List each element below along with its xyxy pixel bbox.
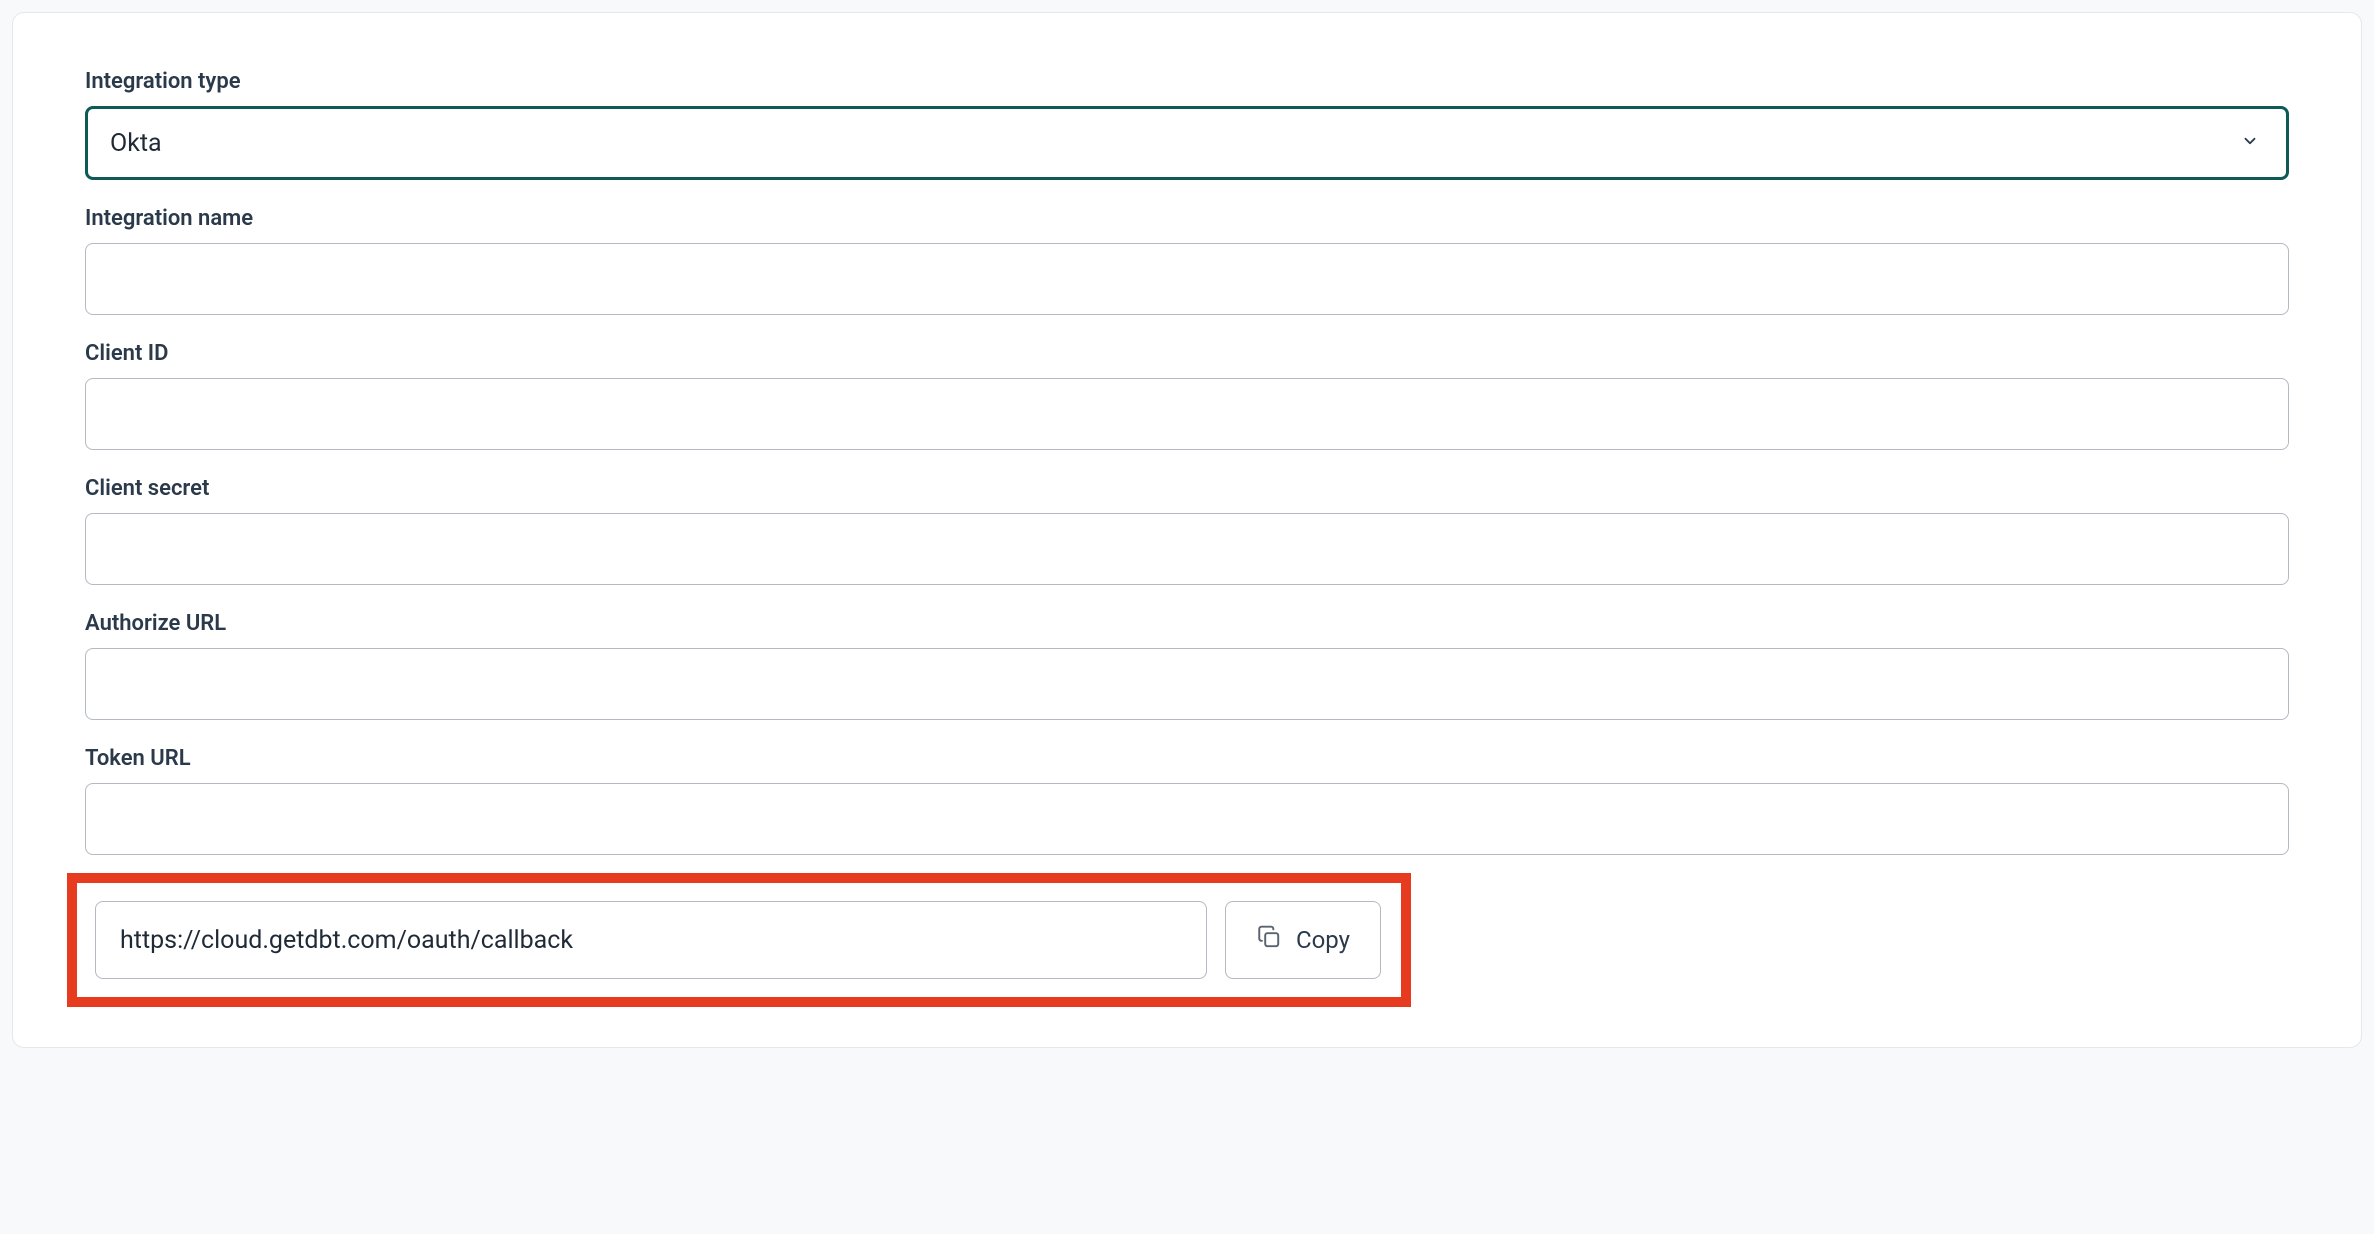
integration-form-card: Integration type Okta Integration name C… (12, 12, 2362, 1048)
integration-type-select-wrap: Okta (85, 106, 2289, 180)
redirect-uri-value: https://cloud.getdbt.com/oauth/callback (120, 926, 573, 955)
integration-name-label: Integration name (85, 206, 2289, 231)
integration-type-group: Integration type Okta (85, 69, 2289, 180)
authorize-url-input[interactable] (85, 648, 2289, 720)
integration-name-group: Integration name (85, 206, 2289, 315)
client-secret-group: Client secret (85, 476, 2289, 585)
client-secret-input[interactable] (85, 513, 2289, 585)
token-url-input[interactable] (85, 783, 2289, 855)
redirect-uri-input[interactable]: https://cloud.getdbt.com/oauth/callback (95, 901, 1207, 979)
client-id-input[interactable] (85, 378, 2289, 450)
token-url-group: Token URL (85, 746, 2289, 855)
integration-type-select[interactable]: Okta (85, 106, 2289, 180)
integration-name-input[interactable] (85, 243, 2289, 315)
authorize-url-group: Authorize URL (85, 611, 2289, 720)
copy-button[interactable]: Copy (1225, 901, 1381, 979)
authorize-url-label: Authorize URL (85, 611, 2289, 636)
copy-button-label: Copy (1296, 926, 1350, 954)
client-secret-label: Client secret (85, 476, 2289, 501)
redirect-uri-group: https://cloud.getdbt.com/oauth/callback … (85, 881, 2289, 1007)
copy-icon (1256, 924, 1282, 956)
client-id-label: Client ID (85, 341, 2289, 366)
integration-type-label: Integration type (85, 69, 2289, 94)
client-id-group: Client ID (85, 341, 2289, 450)
token-url-label: Token URL (85, 746, 2289, 771)
redirect-uri-highlight: https://cloud.getdbt.com/oauth/callback … (67, 873, 1411, 1007)
